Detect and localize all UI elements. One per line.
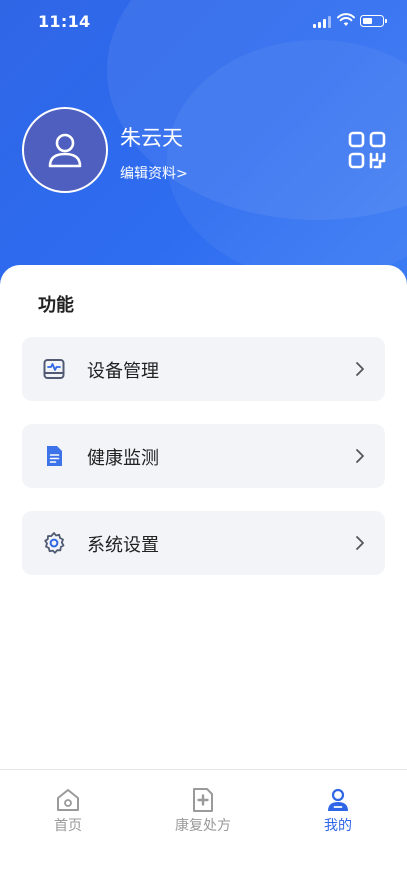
device-monitor-icon bbox=[43, 359, 65, 379]
tab-label: 首页 bbox=[54, 818, 82, 834]
prescription-icon bbox=[193, 788, 213, 812]
gear-icon bbox=[44, 532, 65, 554]
menu-item-label: 健康监测 bbox=[87, 448, 159, 469]
status-time: 11:14 bbox=[38, 12, 91, 31]
qr-code-icon[interactable] bbox=[348, 131, 386, 169]
menu-item-device-management[interactable]: 设备管理 bbox=[22, 337, 385, 401]
tab-rehab-prescription[interactable]: 康复处方 bbox=[158, 787, 248, 835]
tab-label: 康复处方 bbox=[175, 818, 231, 834]
edit-profile-link[interactable]: 编辑资料> bbox=[120, 163, 188, 183]
battery-icon bbox=[360, 15, 387, 27]
menu-item-label: 设备管理 bbox=[87, 361, 159, 382]
home-icon bbox=[57, 789, 79, 811]
avatar[interactable] bbox=[22, 107, 108, 193]
document-icon bbox=[47, 446, 62, 466]
chevron-right-icon bbox=[356, 449, 364, 463]
menu-item-label: 系统设置 bbox=[87, 535, 159, 556]
menu-item-system-settings[interactable]: 系统设置 bbox=[22, 511, 385, 575]
tab-home[interactable]: 首页 bbox=[23, 787, 113, 835]
status-bar: 11:14 bbox=[0, 0, 407, 44]
user-icon bbox=[328, 788, 348, 811]
cellular-signal-icon bbox=[313, 16, 331, 28]
wifi-icon bbox=[337, 13, 355, 26]
chevron-right-icon bbox=[356, 536, 364, 550]
tab-label: 我的 bbox=[324, 818, 352, 834]
tab-profile[interactable]: 我的 bbox=[293, 787, 383, 835]
user-name: 朱云天 bbox=[120, 126, 183, 150]
bottom-tab-bar: 首页 康复处方 我的 bbox=[0, 769, 407, 883]
chevron-right-icon bbox=[356, 362, 364, 376]
section-title: 功能 bbox=[38, 295, 74, 316]
content-panel: 功能 设备管理 健康监测 系统设置 bbox=[0, 265, 407, 770]
user-icon bbox=[48, 133, 82, 168]
menu-item-health-monitoring[interactable]: 健康监测 bbox=[22, 424, 385, 488]
